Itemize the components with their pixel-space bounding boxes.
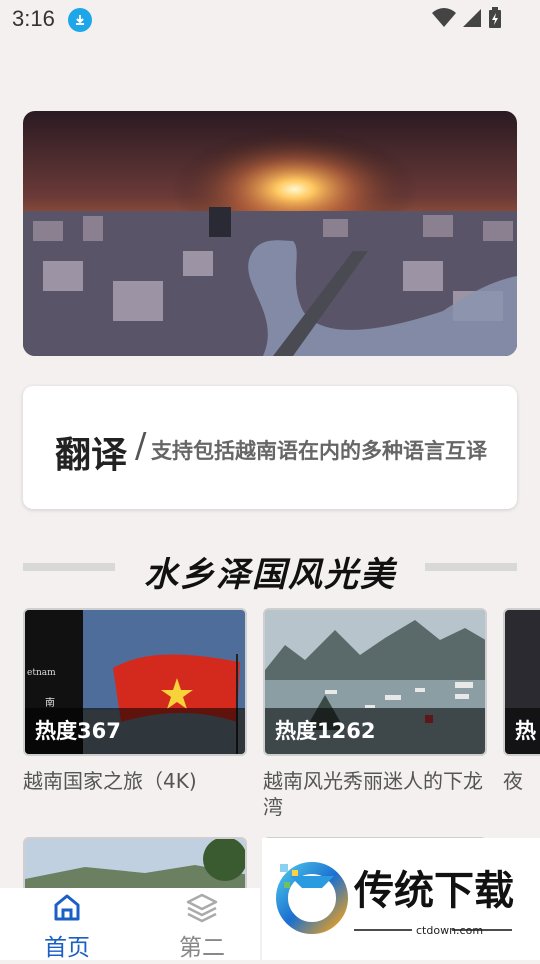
video-list: etnam 南 热度367 越南国家之旅（4K) 热度1262 越南风光秀丽迷人… <box>23 608 540 848</box>
banner-image[interactable] <box>23 111 517 356</box>
title-separator: / <box>135 426 147 466</box>
popularity-badge: 热 <box>505 708 540 754</box>
video-title[interactable]: 夜 <box>503 768 540 794</box>
home-icon <box>54 894 80 921</box>
status-time: 3:16 <box>12 6 55 31</box>
section-title: 水乡泽国风光美 <box>144 555 396 595</box>
video-title[interactable]: 越南国家之旅（4K) <box>23 768 247 794</box>
watermark-logo: 传统下载 ctdown.com <box>262 838 540 960</box>
watermark-brand: 传统下载 <box>353 868 514 914</box>
video-card[interactable]: etnam 南 热度367 越南国家之旅（4K) <box>23 608 247 794</box>
wifi-icon <box>432 8 456 27</box>
section-heading: 水乡泽国风光美 <box>23 545 517 595</box>
tab-label: 第二 <box>179 935 225 961</box>
tab-second[interactable]: 第二 <box>147 888 257 961</box>
popularity-badge: 热度1262 <box>265 708 485 754</box>
battery-icon <box>489 7 501 28</box>
video-thumbnail[interactable]: etnam 南 热度367 <box>23 608 247 756</box>
bottom-tab-bar: 首页 第二 <box>0 888 260 961</box>
tab-label: 首页 <box>44 935 90 961</box>
video-title[interactable]: 越南风光秀丽迷人的下龙湾 <box>263 768 487 820</box>
signal-icon <box>463 9 481 27</box>
thumb-overlay-sub: 南 <box>45 698 55 709</box>
video-thumbnail[interactable]: 热度1262 <box>263 608 487 756</box>
popularity-badge: 热度367 <box>25 708 245 754</box>
video-thumbnail[interactable]: 热 <box>503 608 540 756</box>
watermark-url: ctdown.com <box>416 924 483 937</box>
video-card[interactable]: 热 夜 <box>503 608 540 794</box>
translate-card[interactable]: 翻译 / 支持包括越南语在内的多种语言互译 <box>23 386 517 509</box>
status-icons <box>432 7 502 29</box>
video-card[interactable]: 热度1262 越南风光秀丽迷人的下龙湾 <box>263 608 487 820</box>
thumb-overlay-text: etnam <box>27 668 56 678</box>
tab-home[interactable]: 首页 <box>12 888 122 961</box>
status-bar: 3:16 <box>0 0 540 38</box>
translate-description: 支持包括越南语在内的多种语言互译 <box>151 439 487 463</box>
translate-title: 翻译 <box>55 435 128 476</box>
download-icon <box>68 8 92 32</box>
layers-icon <box>186 893 218 923</box>
